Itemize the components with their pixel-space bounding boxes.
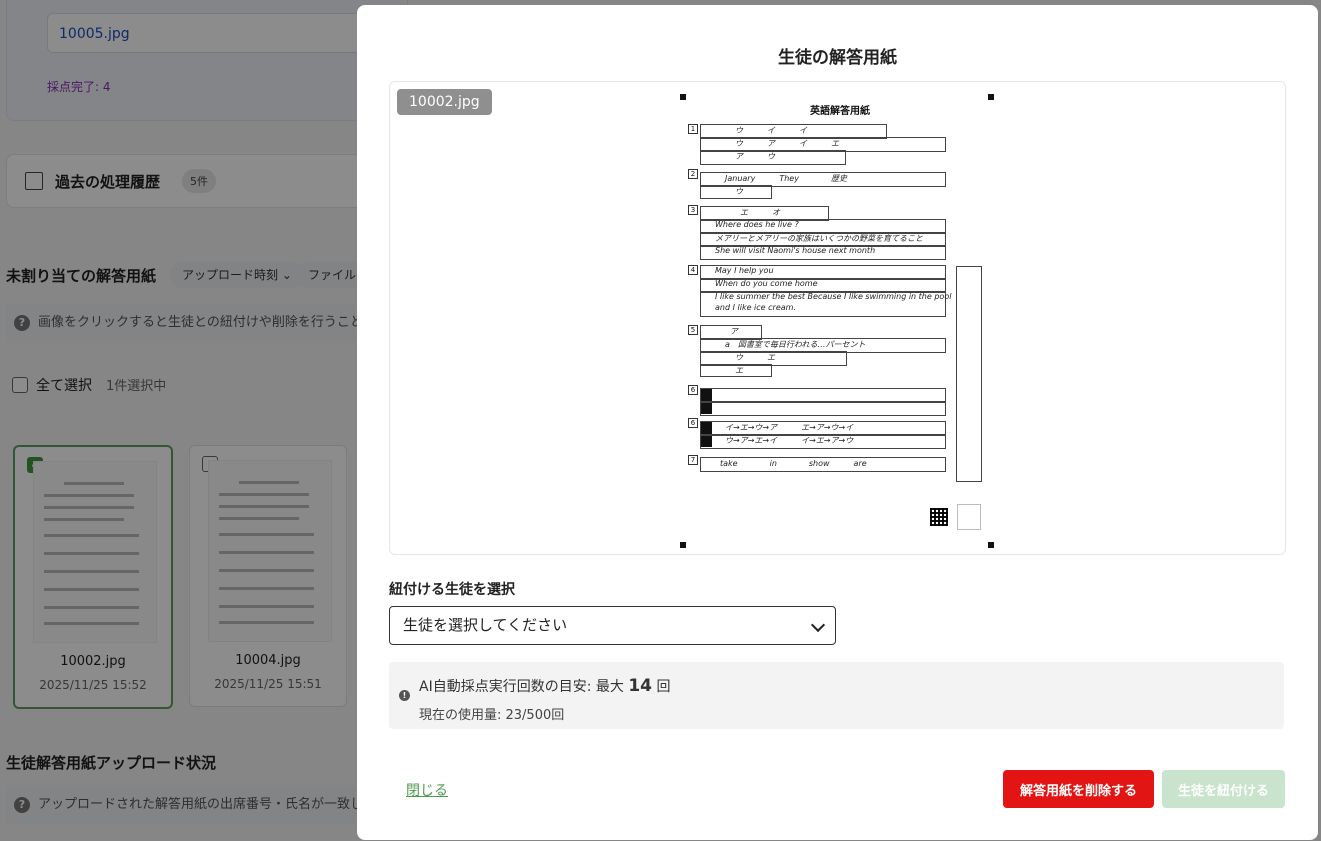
filename-badge: 10002.jpg (397, 89, 492, 115)
answer-sheet-preview: 10002.jpg 英語解答用紙 1 ウ イ イ ウ ア イ エ ア ウ 2 J… (389, 81, 1286, 555)
handwriting: January They 歴史 (725, 174, 847, 183)
ai-estimate-line: AI自動採点実行回数の目安: 最大 14 回 (419, 676, 670, 696)
handwriting: a 図書室で毎日行われる…パーセント (725, 340, 866, 349)
ai-usage-info: ! AI自動採点実行回数の目安: 最大 14 回 現在の使用量: 23/500回 (389, 662, 1284, 729)
answer-sheet-image: 英語解答用紙 1 ウ イ イ ウ ア イ エ ア ウ 2 January The… (680, 88, 1000, 550)
question-number: 6 (688, 418, 698, 428)
ai-estimate-number: 14 (628, 676, 652, 696)
handwriting: She will visit Naomi's house next month (715, 246, 876, 255)
answer-sheet-modal: 生徒の解答用紙 10002.jpg 英語解答用紙 1 ウ イ イ ウ ア イ エ… (357, 5, 1318, 840)
question-number: 3 (688, 205, 698, 215)
handwriting: イ→エ→ウ→ア エ→ア→ウ→イ (725, 423, 854, 432)
handwriting: ウ イ イ (735, 126, 807, 135)
question-number: 6 (688, 385, 698, 395)
corner-mark (680, 542, 686, 548)
handwriting: and I like ice cream. (715, 303, 796, 312)
question-number: 4 (688, 265, 698, 275)
handwriting: Where does he live ? (715, 220, 799, 229)
student-select-value: 生徒を選択してください (403, 616, 568, 634)
handwriting: エ オ (740, 208, 780, 217)
handwriting: メアリーとメアリーの家族はいくつかの野菜を育てること (715, 234, 923, 243)
question-number: 5 (688, 325, 698, 335)
answer-row (700, 401, 946, 416)
corner-mark (988, 542, 994, 548)
ai-estimate-suffix: 回 (656, 679, 671, 695)
close-link[interactable]: 閉じる (406, 780, 448, 800)
handwriting: ウ (735, 187, 743, 196)
handwriting: ウ→ア→エ→イ イ→エ→ア→ウ (725, 436, 854, 445)
corner-mark (988, 94, 994, 100)
ai-estimate-prefix: AI自動採点実行回数の目安: 最大 (419, 679, 624, 695)
stamp-box (957, 504, 981, 530)
sheet-title: 英語解答用紙 (810, 106, 870, 117)
handwriting: エ (735, 366, 743, 375)
question-number: 1 (688, 124, 698, 134)
question-number: 7 (688, 455, 698, 465)
chevron-down-icon (810, 617, 826, 633)
student-select[interactable]: 生徒を選択してください (389, 606, 836, 645)
handwriting: I like summer the best Because I like sw… (715, 292, 952, 301)
link-student-button[interactable]: 生徒を紐付ける (1162, 770, 1285, 808)
info-icon: ! (399, 690, 410, 701)
delete-answer-sheet-button[interactable]: 解答用紙を削除する (1003, 770, 1154, 808)
student-select-label: 紐付ける生徒を選択 (389, 582, 515, 598)
handwriting: ウ エ (735, 353, 775, 362)
handwriting: take in show are (720, 459, 867, 468)
score-column (956, 266, 982, 482)
handwriting: When do you come home (715, 279, 818, 288)
handwriting: ウ ア イ エ (735, 139, 839, 148)
handwriting: ア ウ (735, 152, 775, 161)
corner-mark (680, 94, 686, 100)
modal-title: 生徒の解答用紙 (778, 48, 897, 68)
qr-code (930, 508, 948, 526)
handwriting: ア (730, 327, 738, 336)
handwriting: May I help you (715, 266, 774, 275)
usage-line: 現在の使用量: 23/500回 (419, 708, 565, 723)
question-number: 2 (688, 169, 698, 179)
